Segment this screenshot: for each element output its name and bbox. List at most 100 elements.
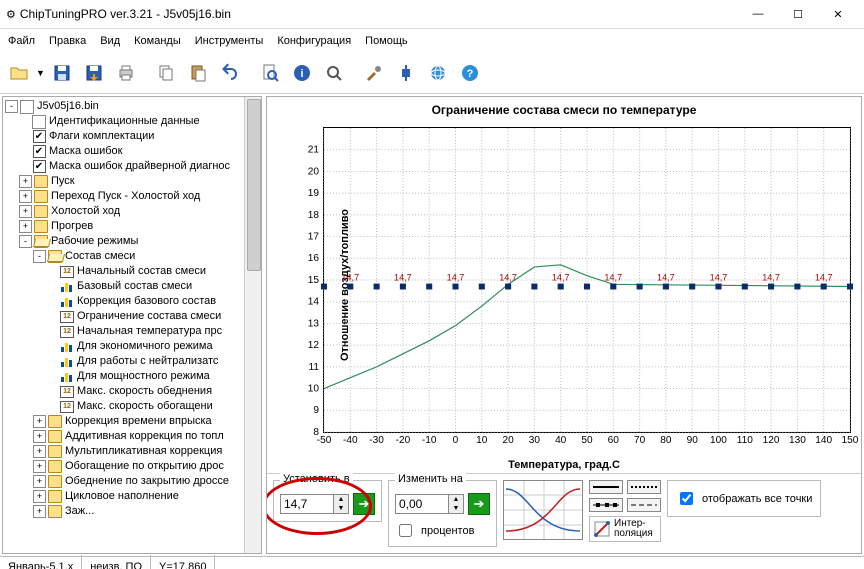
maximize-button[interactable]: ☐	[778, 2, 818, 26]
tree-item[interactable]: + Пуск	[5, 174, 261, 189]
tree-item[interactable]: Для экономичного режима	[5, 339, 261, 354]
tree-item[interactable]: +Переход Пуск - Холостой ход	[5, 189, 261, 204]
tree-item[interactable]: Для мощностного режима	[5, 369, 261, 384]
save-button[interactable]	[47, 58, 77, 88]
menu-конфигурация[interactable]: Конфигурация	[277, 35, 351, 47]
collapse-icon[interactable]: -	[5, 100, 18, 113]
style-dash-button[interactable]	[627, 498, 661, 512]
info-button[interactable]: i	[287, 58, 317, 88]
menu-инструменты[interactable]: Инструменты	[195, 35, 264, 47]
search-button[interactable]	[319, 58, 349, 88]
tree-item[interactable]: Базовый состав смеси	[5, 279, 261, 294]
expand-icon[interactable]: +	[19, 175, 32, 188]
expand-icon[interactable]: +	[33, 415, 46, 428]
help-button[interactable]: ?	[455, 58, 485, 88]
tree-item[interactable]: 12Макс. скорость обеднения	[5, 384, 261, 399]
tools-button[interactable]	[359, 58, 389, 88]
menu-команды[interactable]: Команды	[134, 35, 181, 47]
tree-item[interactable]: ✔Флаги комплектации	[5, 129, 261, 144]
tree-item[interactable]: ✔Маска ошибок	[5, 144, 261, 159]
tree-icon	[48, 461, 62, 473]
mini-chart[interactable]	[503, 480, 583, 540]
tree-item[interactable]: -Рабочие режимы	[5, 234, 261, 249]
tree-icon	[34, 206, 48, 218]
expand-icon[interactable]: +	[33, 445, 46, 458]
change-spinner[interactable]: ▲▼	[395, 494, 464, 514]
tree-label: Для мощностного режима	[77, 369, 210, 384]
svg-text:10: 10	[308, 384, 320, 395]
set-go-button[interactable]: ➔	[353, 493, 375, 515]
collapse-icon[interactable]: -	[33, 250, 46, 263]
change-up-icon[interactable]: ▲	[448, 495, 463, 504]
tree-item[interactable]: +Холостой ход	[5, 204, 261, 219]
menu-правка[interactable]: Правка	[49, 35, 86, 47]
interp-button[interactable]: Интер-поляция	[589, 516, 661, 542]
menu-файл[interactable]: Файл	[8, 35, 35, 47]
collapse-icon[interactable]: -	[19, 235, 32, 248]
tree-item[interactable]: Идентификационные данные	[5, 114, 261, 129]
menu-помощь[interactable]: Помощь	[365, 35, 408, 47]
close-button[interactable]: ✕	[818, 2, 858, 26]
copy-button[interactable]	[151, 58, 181, 88]
change-input[interactable]	[396, 495, 448, 513]
dropdown-icon[interactable]: ▼	[36, 68, 45, 78]
tree-item[interactable]: Коррекция базового состав	[5, 294, 261, 309]
style-dots-button[interactable]	[627, 480, 661, 494]
print-button[interactable]	[111, 58, 141, 88]
scrollbar-thumb[interactable]	[247, 99, 261, 271]
style-solid-button[interactable]	[589, 480, 623, 494]
tree-item[interactable]: -Состав смеси	[5, 249, 261, 264]
set-up-icon[interactable]: ▲	[333, 495, 348, 504]
tree-item[interactable]: +Коррекция времени впрыска	[5, 414, 261, 429]
svg-text:14,7: 14,7	[762, 273, 780, 283]
tree-item[interactable]: Для работы с нейтрализатс	[5, 354, 261, 369]
svg-text:14,7: 14,7	[815, 273, 833, 283]
tree-item[interactable]: +Обогащение по открытию дрос	[5, 459, 261, 474]
undo-button[interactable]	[215, 58, 245, 88]
open-button[interactable]	[4, 58, 34, 88]
chart-plot[interactable]: 14,714,714,714,714,714,714,714,714,714,7…	[323, 127, 851, 433]
tree-icon	[20, 101, 34, 113]
set-group: Установить в ▲▼ ➔	[273, 480, 382, 522]
svg-text:80: 80	[660, 435, 672, 446]
globe-button[interactable]	[423, 58, 453, 88]
menu-вид[interactable]: Вид	[100, 35, 120, 47]
showpts-checkbox[interactable]	[680, 492, 693, 505]
set-input[interactable]	[281, 495, 333, 513]
percent-checkbox[interactable]	[399, 524, 412, 537]
expand-icon[interactable]: +	[33, 490, 46, 503]
tree-item[interactable]: + Прогрев	[5, 219, 261, 234]
tree-item[interactable]: 12Ограничение состава смеси	[5, 309, 261, 324]
tree-item[interactable]: +Заж...	[5, 504, 261, 519]
set-down-icon[interactable]: ▼	[333, 504, 348, 513]
save-as-button[interactable]	[79, 58, 109, 88]
style-markers-button[interactable]	[589, 498, 623, 512]
tree-label: Пуск	[51, 174, 75, 189]
expand-icon[interactable]: +	[33, 505, 46, 518]
tree-item[interactable]: 12Начальная температура прс	[5, 324, 261, 339]
tree-item[interactable]: +Цикловое наполнение	[5, 489, 261, 504]
change-down-icon[interactable]: ▼	[448, 504, 463, 513]
paste-button[interactable]	[183, 58, 213, 88]
expand-icon[interactable]: +	[33, 460, 46, 473]
tree-label: Прогрев	[51, 219, 93, 234]
expand-icon[interactable]: +	[19, 220, 32, 233]
tree-item[interactable]: 12Начальный состав смеси	[5, 264, 261, 279]
tree-item[interactable]: 12Макс. скорость обогащени	[5, 399, 261, 414]
change-go-button[interactable]: ➔	[468, 493, 490, 515]
tree-scrollbar[interactable]	[244, 97, 261, 553]
svg-text:17: 17	[308, 232, 320, 243]
expand-icon[interactable]: +	[19, 190, 32, 203]
tree-item[interactable]: +Мультипликативная коррекция	[5, 444, 261, 459]
set-spinner[interactable]: ▲▼	[280, 494, 349, 514]
tree-item[interactable]: +Аддитивная коррекция по топл	[5, 429, 261, 444]
search-file-button[interactable]	[255, 58, 285, 88]
network-button[interactable]	[391, 58, 421, 88]
tree-item[interactable]: -J5v05j16.bin	[5, 99, 261, 114]
expand-icon[interactable]: +	[33, 430, 46, 443]
expand-icon[interactable]: +	[19, 205, 32, 218]
tree-item[interactable]: +Обеднение по закрытию дроссе	[5, 474, 261, 489]
expand-icon[interactable]: +	[33, 475, 46, 488]
tree-item[interactable]: ✔Маска ошибок драйверной диагнос	[5, 159, 261, 174]
minimize-button[interactable]: —	[738, 2, 778, 26]
